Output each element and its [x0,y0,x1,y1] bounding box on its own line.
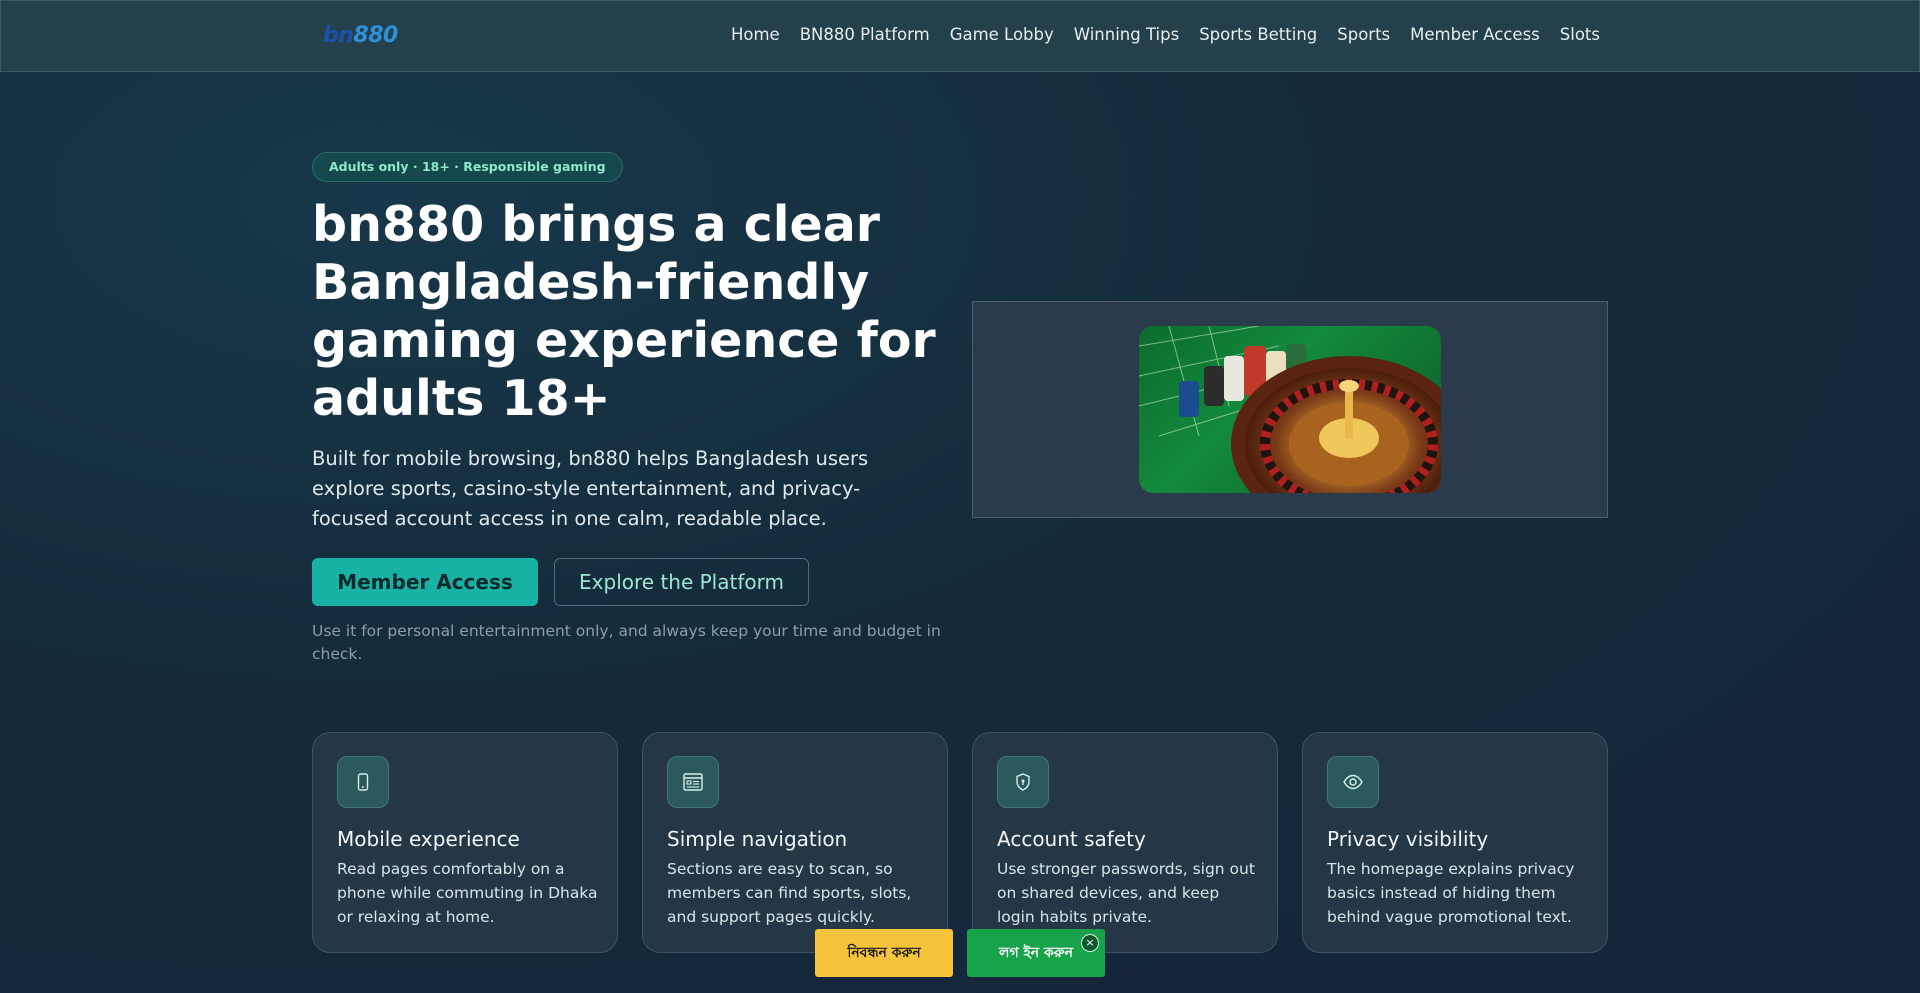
feature-description: Read pages comfortably on a phone while … [337,860,598,926]
main-nav: Home BN880 Platform Game Lobby Winning T… [731,25,1600,44]
nav-slots[interactable]: Slots [1560,25,1600,44]
close-icon[interactable]: × [1081,934,1099,952]
top-navigation-bar: bn880 Home BN880 Platform Game Lobby Win… [0,0,1920,72]
list-icon [667,756,719,808]
nav-sports[interactable]: Sports [1337,25,1390,44]
feature-card-navigation: Simple navigation Sections are easy to s… [642,732,948,953]
feature-card-mobile: Mobile experience Read pages comfortably… [312,732,618,953]
feature-title: Simple navigation [667,827,848,851]
nav-member-access[interactable]: Member Access [1410,25,1540,44]
brand-logo[interactable]: bn880 [323,23,398,48]
nav-bn880-platform[interactable]: BN880 Platform [800,25,930,44]
logo-text-880: 880 [353,23,398,48]
roulette-image [1139,326,1441,493]
hero-image-panel [972,301,1608,518]
feature-description: The homepage explains privacy basics ins… [1327,860,1575,926]
logo-text-bn: bn [323,23,354,48]
feature-description: Use stronger passwords, sign out on shar… [997,860,1255,926]
roulette-illustration [1139,326,1441,493]
hero-title: bn880 brings a clear Bangladesh-friendly… [312,196,936,427]
feature-title: Mobile experience [337,827,520,851]
feature-description: Sections are easy to scan, so members ca… [667,860,912,926]
feature-card-safety: Account safety Use stronger passwords, s… [972,732,1278,953]
nav-sports-betting[interactable]: Sports Betting [1199,25,1317,44]
eye-icon [1327,756,1379,808]
feature-title: Privacy visibility [1327,827,1489,851]
hero-subtitle: Built for mobile browsing, bn880 helps B… [312,447,869,530]
nav-game-lobby[interactable]: Game Lobby [950,25,1054,44]
age-badge: Adults only · 18+ · Responsible gaming [312,152,623,182]
explore-platform-button[interactable]: Explore the Platform [554,558,809,606]
nav-winning-tips[interactable]: Winning Tips [1074,25,1179,44]
nav-home[interactable]: Home [731,25,780,44]
mobile-icon [337,756,389,808]
feature-title: Account safety [997,827,1146,851]
member-access-button[interactable]: Member Access [312,558,538,606]
responsible-gaming-note: Use it for personal entertainment only, … [312,622,941,663]
floating-register-button[interactable]: নিবন্ধন করুন [815,929,953,977]
shield-icon [997,756,1049,808]
feature-card-privacy: Privacy visibility The homepage explains… [1302,732,1608,953]
